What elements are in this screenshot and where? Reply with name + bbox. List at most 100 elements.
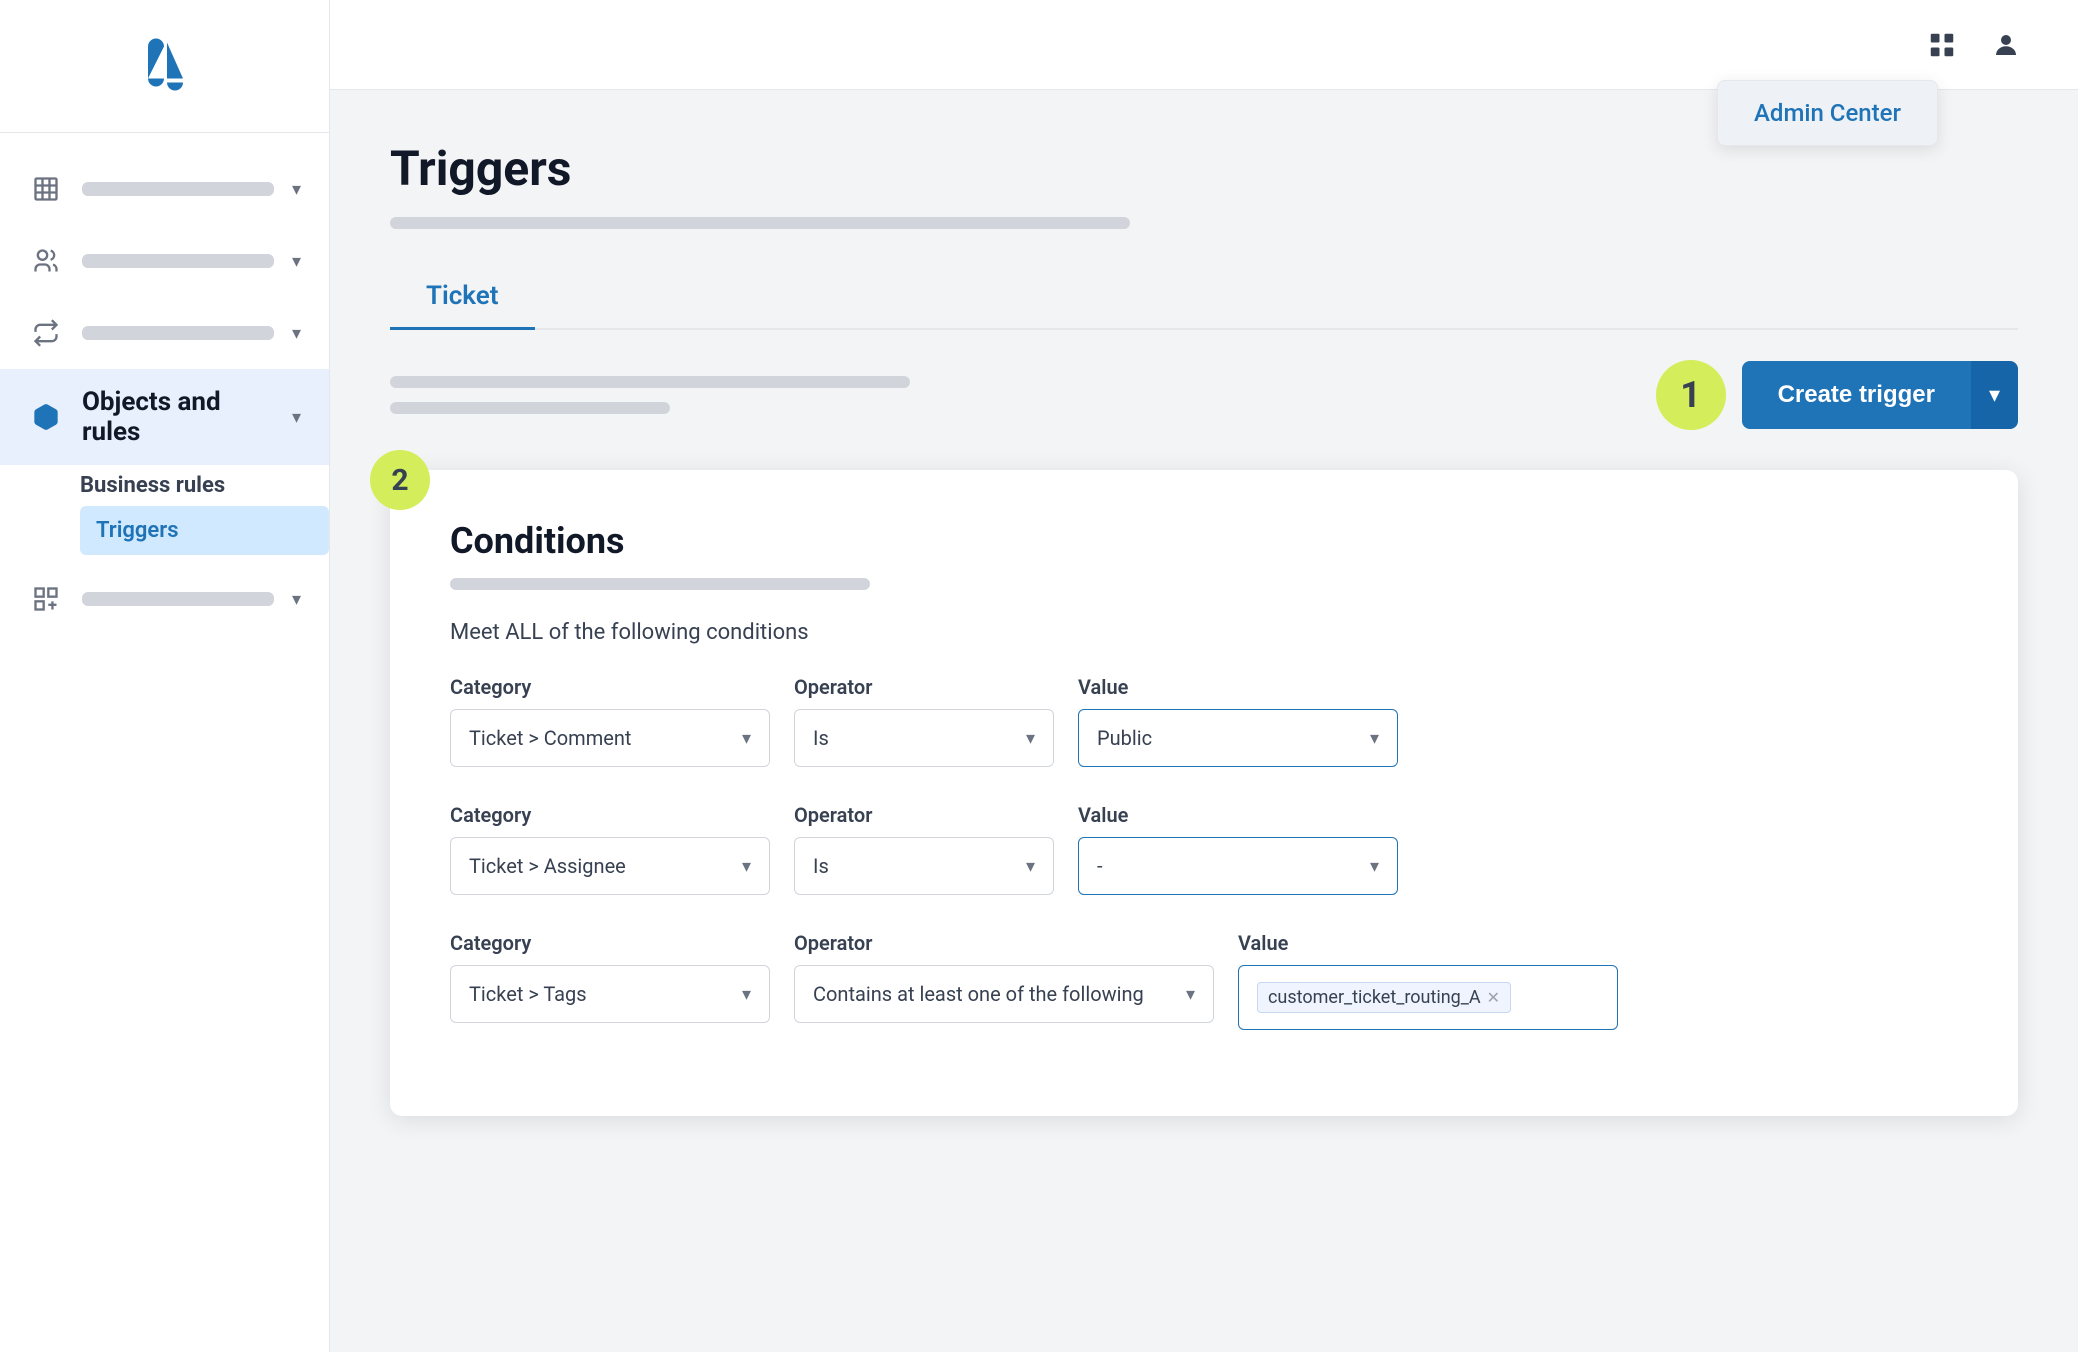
sidebar-logo (0, 0, 329, 133)
grid-icon (1927, 30, 1957, 60)
value-1: Public (1097, 726, 1152, 750)
condition-row-3: Category Ticket > Tags ▾ Operator Contai… (450, 931, 1958, 1030)
chevron-down-icon: ▾ (1186, 984, 1195, 1005)
subnav-section-label: Business rules (80, 465, 329, 506)
sidebar-item-apps[interactable]: ▾ (0, 563, 329, 635)
chevron-down-icon: ▾ (1989, 382, 2000, 407)
condition-col-value-3: Value customer_ticket_routing_A ✕ (1238, 931, 1618, 1030)
filter-bar-2 (390, 402, 670, 414)
chevron-down-icon: ▾ (1370, 728, 1379, 749)
category-select-2[interactable]: Ticket > Assignee ▾ (450, 837, 770, 895)
user-profile-button[interactable] (1984, 23, 2028, 67)
category-value-1: Ticket > Comment (469, 726, 631, 750)
condition-col-category-1: Category Ticket > Comment ▾ (450, 675, 770, 767)
sidebar-item-objects-rules[interactable]: Objects and rules ▾ (0, 369, 329, 465)
filters-row: 1 Create trigger ▾ (390, 360, 2018, 430)
content-area: Triggers Ticket 1 Create trigger ▾ (330, 90, 2078, 1352)
sidebar-item-routing[interactable]: ▾ (0, 297, 329, 369)
category-value-2: Ticket > Assignee (469, 854, 626, 878)
operator-label-1: Operator (794, 675, 1054, 699)
nav-label-bar (82, 326, 274, 340)
value-label-1: Value (1078, 675, 1398, 699)
condition-col-operator-3: Operator Contains at least one of the fo… (794, 931, 1214, 1023)
topbar: Admin Center (330, 0, 2078, 90)
sidebar-item-people[interactable]: ▾ (0, 225, 329, 297)
routing-icon (28, 315, 64, 351)
category-label-3: Category (450, 931, 770, 955)
chevron-down-icon: ▾ (292, 323, 301, 344)
chevron-down-icon: ▾ (292, 179, 301, 200)
category-select-1[interactable]: Ticket > Comment ▾ (450, 709, 770, 767)
subnav: Business rules Triggers (0, 465, 329, 563)
tabs: Ticket (390, 265, 2018, 330)
category-select-3[interactable]: Ticket > Tags ▾ (450, 965, 770, 1023)
sidebar: ▾ ▾ (0, 0, 330, 1352)
chevron-down-icon: ▾ (292, 407, 301, 428)
condition-col-category-3: Category Ticket > Tags ▾ (450, 931, 770, 1023)
admin-center-link[interactable]: Admin Center (1754, 99, 1901, 127)
condition-col-value-1: Value Public ▾ (1078, 675, 1398, 767)
objects-rules-icon (28, 399, 64, 435)
category-value-3: Ticket > Tags (469, 982, 587, 1006)
operator-label-2: Operator (794, 803, 1054, 827)
tag-chip: customer_ticket_routing_A ✕ (1257, 982, 1511, 1013)
create-trigger-area: 1 Create trigger ▾ (1656, 360, 2018, 430)
category-label-1: Category (450, 675, 770, 699)
condition-row-1: Category Ticket > Comment ▾ Operator Is … (450, 675, 1958, 767)
value-2: - (1097, 854, 1103, 878)
value-select-2[interactable]: - ▾ (1078, 837, 1398, 895)
chevron-down-icon: ▾ (1370, 856, 1379, 877)
step1-badge: 1 (1656, 360, 1726, 430)
value-select-1[interactable]: Public ▾ (1078, 709, 1398, 767)
chevron-down-icon: ▾ (292, 589, 301, 610)
chevron-down-icon: ▾ (742, 984, 751, 1005)
step2-badge: 2 (370, 450, 430, 510)
operator-select-1[interactable]: Is ▾ (794, 709, 1054, 767)
chevron-down-icon: ▾ (1026, 856, 1035, 877)
chevron-down-icon: ▾ (292, 251, 301, 272)
sidebar-nav: ▾ ▾ (0, 133, 329, 1352)
condition-col-operator-2: Operator Is ▾ (794, 803, 1054, 895)
conditions-card: 2 Conditions Meet ALL of the following c… (390, 470, 2018, 1116)
subnav-item-triggers[interactable]: Triggers (80, 506, 329, 555)
nav-label-bar (82, 592, 274, 606)
conditions-title: Conditions (450, 520, 1958, 562)
tag-remove-button[interactable]: ✕ (1487, 988, 1500, 1007)
operator-value-3: Contains at least one of the following (813, 982, 1144, 1006)
value-label-3: Value (1238, 931, 1618, 955)
admin-center-dropdown: Admin Center (1717, 80, 1938, 146)
chevron-down-icon: ▾ (742, 856, 751, 877)
filter-bars (390, 376, 910, 414)
filter-bar-1 (390, 376, 910, 388)
value-label-2: Value (1078, 803, 1398, 827)
apps-grid-button[interactable] (1920, 23, 1964, 67)
nav-label-bar (82, 182, 274, 196)
value-tag-3[interactable]: customer_ticket_routing_A ✕ (1238, 965, 1618, 1030)
condition-col-category-2: Category Ticket > Assignee ▾ (450, 803, 770, 895)
condition-col-operator-1: Operator Is ▾ (794, 675, 1054, 767)
operator-value-2: Is (813, 854, 829, 878)
category-label-2: Category (450, 803, 770, 827)
condition-row-2: Category Ticket > Assignee ▾ Operator Is… (450, 803, 1958, 895)
create-trigger-group: Create trigger ▾ (1742, 361, 2018, 429)
operator-select-2[interactable]: Is ▾ (794, 837, 1054, 895)
main-content: Admin Center Triggers Ticket 1 Create tr… (330, 0, 2078, 1352)
conditions-title-bar (450, 578, 870, 590)
operator-select-3[interactable]: Contains at least one of the following ▾ (794, 965, 1214, 1023)
building-icon (28, 171, 64, 207)
topbar-icons (1920, 23, 2028, 67)
condition-col-value-2: Value - ▾ (1078, 803, 1398, 895)
apps-icon (28, 581, 64, 617)
create-trigger-button[interactable]: Create trigger (1742, 361, 1971, 429)
operator-label-3: Operator (794, 931, 1214, 955)
page-title: Triggers (390, 140, 2018, 197)
nav-label-bar (82, 254, 274, 268)
sidebar-item-workspace[interactable]: ▾ (0, 153, 329, 225)
chevron-down-icon: ▾ (1026, 728, 1035, 749)
operator-value-1: Is (813, 726, 829, 750)
tab-ticket[interactable]: Ticket (390, 265, 535, 330)
people-icon (28, 243, 64, 279)
create-trigger-dropdown-button[interactable]: ▾ (1971, 361, 2018, 429)
meet-all-label: Meet ALL of the following conditions (450, 620, 1958, 645)
title-decoration-bar (390, 217, 1130, 229)
